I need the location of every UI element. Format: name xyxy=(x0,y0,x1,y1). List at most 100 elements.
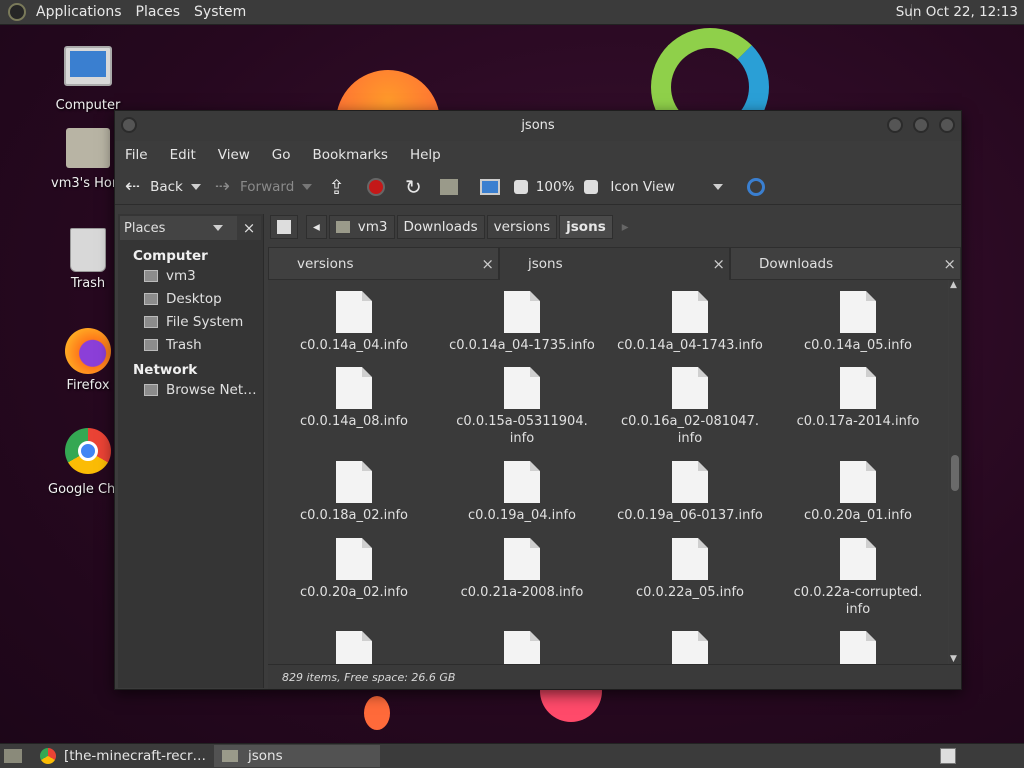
document-icon xyxy=(840,631,876,664)
menu-system[interactable]: System xyxy=(194,4,246,20)
maximize-button[interactable] xyxy=(913,117,929,133)
scrollbar-thumb[interactable] xyxy=(951,455,959,491)
file-name: c0.0.15a-05311904. info xyxy=(456,414,588,446)
sidebar-item-label: Browse Net… xyxy=(166,381,257,398)
document-icon xyxy=(672,631,708,664)
file-icon-view[interactable]: c0.0.14a_04.info c0.0.14a_04-1735.info c0.… xyxy=(268,280,948,664)
file-item[interactable]: c0.0.14a_04-1743.info xyxy=(606,291,774,354)
menu-help[interactable]: Help xyxy=(410,147,441,163)
status-bar: 829 items, Free space: 26.6 GB xyxy=(268,664,961,689)
close-tab-icon[interactable]: × xyxy=(943,248,956,280)
file-item[interactable]: c0.0.20a_02.info xyxy=(270,538,438,601)
sidebar-close-icon[interactable]: × xyxy=(237,216,261,240)
file-item[interactable]: c0.0.14a_04-1735.info xyxy=(438,291,606,354)
close-button[interactable] xyxy=(939,117,955,133)
breadcrumb-downloads[interactable]: Downloads xyxy=(396,215,485,239)
minimize-button[interactable] xyxy=(887,117,903,133)
close-tab-icon[interactable]: × xyxy=(712,248,725,280)
file-item[interactable]: c0.0.16a_02-081047. info xyxy=(606,367,774,447)
taskbar-item-browser[interactable]: [the-minecraft-recr… xyxy=(32,745,214,767)
file-item[interactable]: c0.0.14a_04.info xyxy=(270,291,438,354)
sidebar-item-vm3[interactable]: vm3 xyxy=(118,264,263,287)
menubar: File Edit View Go Bookmarks Help xyxy=(115,141,961,169)
edit-location-button[interactable] xyxy=(270,215,298,239)
back-arrow-icon: ⇠ xyxy=(125,176,141,197)
tab-downloads[interactable]: Downloads × xyxy=(730,247,961,280)
vertical-scrollbar[interactable]: ▲ ▼ xyxy=(949,280,961,664)
stop-icon[interactable] xyxy=(367,177,386,196)
file-item[interactable]: c0.0.20a_01.info xyxy=(774,461,942,524)
document-icon xyxy=(672,291,708,333)
forward-button[interactable]: ⇢ Forward xyxy=(215,176,320,197)
file-item[interactable] xyxy=(774,631,942,664)
search-icon[interactable] xyxy=(746,177,765,196)
sidebar-section-network: Network xyxy=(133,362,198,378)
menu-bookmarks[interactable]: Bookmarks xyxy=(313,147,388,163)
breadcrumb-left-button[interactable]: ◂ xyxy=(306,215,327,239)
file-item[interactable]: c0.0.14a_05.info xyxy=(774,291,942,354)
menu-file[interactable]: File xyxy=(125,147,148,163)
file-item[interactable]: c0.0.15a-05311904. info xyxy=(438,367,606,447)
zoom-in-icon[interactable] xyxy=(584,179,599,194)
up-icon[interactable]: ⇪ xyxy=(328,175,345,199)
window-titlebar[interactable]: jsons xyxy=(115,111,961,141)
zoom-out-icon[interactable] xyxy=(513,179,528,194)
tab-label: versions xyxy=(297,256,354,272)
tab-versions[interactable]: versions × xyxy=(268,247,499,280)
tab-jsons[interactable]: jsons × xyxy=(499,247,730,280)
trash-icon xyxy=(70,228,106,272)
breadcrumb-jsons[interactable]: jsons xyxy=(559,215,613,239)
distro-logo-icon[interactable] xyxy=(8,3,26,21)
menu-view[interactable]: View xyxy=(218,147,250,163)
home-icon[interactable] xyxy=(439,178,458,195)
forward-history-dropdown-icon[interactable] xyxy=(302,183,313,190)
file-item[interactable]: c0.0.17a-2014.info xyxy=(774,367,942,430)
sidebar-item-browse-network[interactable]: Browse Net… xyxy=(118,378,263,401)
menu-applications[interactable]: Applications xyxy=(36,4,122,20)
menu-go[interactable]: Go xyxy=(272,147,291,163)
home-folder-icon xyxy=(144,269,158,282)
file-item[interactable]: c0.0.22a-corrupted. info xyxy=(774,538,942,618)
document-icon xyxy=(504,538,540,580)
menu-places[interactable]: Places xyxy=(136,4,181,20)
scroll-down-arrow-icon[interactable]: ▼ xyxy=(950,654,957,664)
file-item[interactable]: c0.0.14a_08.info xyxy=(270,367,438,430)
file-item[interactable] xyxy=(606,631,774,664)
file-item[interactable] xyxy=(438,631,606,664)
sidebar-item-trash[interactable]: Trash xyxy=(118,333,263,356)
file-item[interactable]: c0.0.22a_05.info xyxy=(606,538,774,601)
window-menu-icon[interactable] xyxy=(121,117,137,133)
file-item[interactable]: c0.0.19a_06-0137.info xyxy=(606,461,774,524)
close-tab-icon[interactable]: × xyxy=(481,248,494,280)
breadcrumb-versions[interactable]: versions xyxy=(486,215,558,239)
back-history-dropdown-icon[interactable] xyxy=(190,183,201,190)
document-icon xyxy=(504,367,540,409)
file-item[interactable]: c0.0.18a_02.info xyxy=(270,461,438,524)
menu-edit[interactable]: Edit xyxy=(170,147,196,163)
bottom-panel: [the-minecraft-recr… jsons xyxy=(0,743,1024,768)
zoom-level: 100% xyxy=(535,178,575,195)
scroll-up-arrow-icon[interactable]: ▲ xyxy=(950,280,957,290)
network-icon xyxy=(144,383,158,396)
decorative-small-circle xyxy=(364,696,390,730)
clock[interactable]: Sun Oct 22, 12:13 xyxy=(896,4,1018,20)
sidebar-item-filesystem[interactable]: File System xyxy=(118,310,263,333)
file-item[interactable]: c0.0.19a_04.info xyxy=(438,461,606,524)
chrome-icon xyxy=(40,748,56,764)
view-mode-select[interactable]: Icon View xyxy=(610,179,731,195)
window-title: jsons xyxy=(521,118,555,133)
sidebar-item-desktop[interactable]: Desktop xyxy=(118,287,263,310)
reload-icon[interactable]: ↻ xyxy=(405,175,422,199)
taskbar-item-jsons[interactable]: jsons xyxy=(214,745,381,767)
file-item[interactable] xyxy=(270,631,438,664)
desktop-icon-computer[interactable]: Computer xyxy=(48,46,128,113)
file-item[interactable]: c0.0.21a-2008.info xyxy=(438,538,606,601)
sidebar-item-label: Trash xyxy=(166,336,202,353)
computer-icon[interactable] xyxy=(479,178,500,195)
workspace-switcher-icon[interactable] xyxy=(940,748,956,764)
show-desktop-icon[interactable] xyxy=(4,749,22,763)
breadcrumb-right-button[interactable]: ▸ xyxy=(614,215,636,239)
sidebar-selector[interactable]: Places × xyxy=(120,216,261,240)
back-button[interactable]: ⇠ Back xyxy=(125,176,209,197)
breadcrumb-vm3[interactable]: vm3 xyxy=(328,215,395,239)
